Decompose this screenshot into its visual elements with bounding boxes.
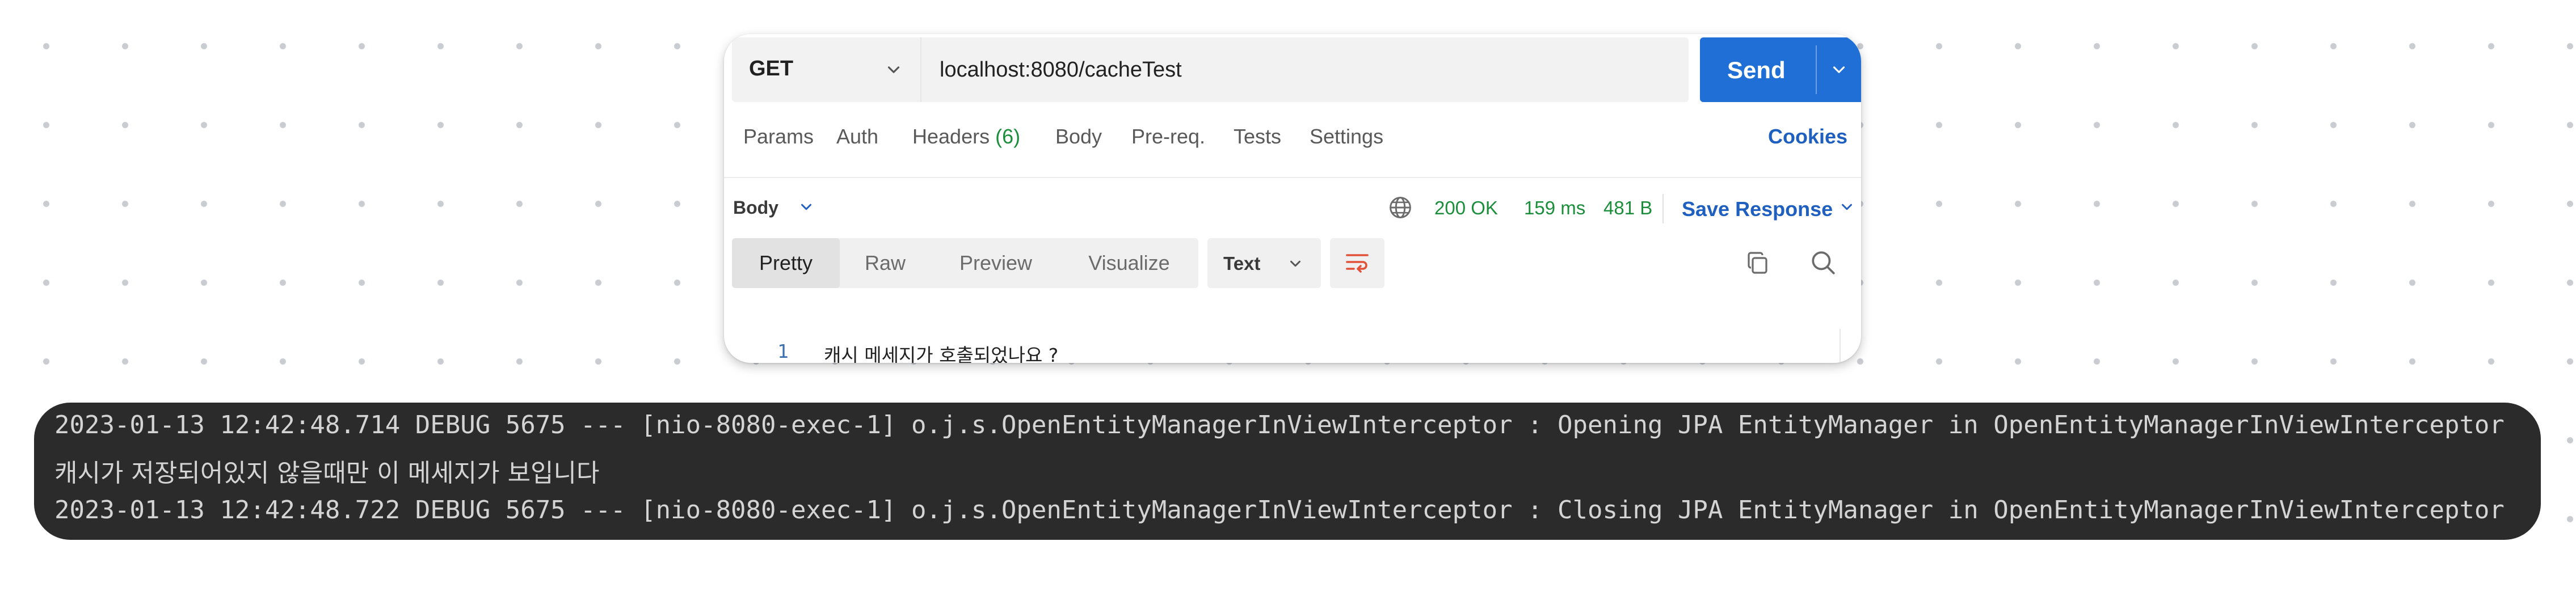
- response-body-text: 캐시 메세지가 호출되었나요 ?: [824, 344, 1059, 363]
- console-output: 2023-01-13 12:42:48.714 DEBUG 5675 --- […: [34, 403, 2541, 540]
- send-button[interactable]: Send: [1700, 37, 1861, 102]
- status-badge[interactable]: 200 OK: [1434, 197, 1498, 219]
- tab-visualize[interactable]: Visualize: [1061, 238, 1197, 288]
- format-label: Text: [1223, 253, 1261, 274]
- tab-settings[interactable]: Settings: [1310, 125, 1383, 149]
- chevron-down-icon: [887, 66, 900, 73]
- headers-count: (6): [995, 125, 1021, 148]
- tab-prereq[interactable]: Pre-req.: [1131, 125, 1205, 149]
- save-response-button[interactable]: Save Response: [1682, 197, 1833, 221]
- word-wrap-icon: [1346, 254, 1369, 273]
- response-header: Body 200 OK 159 ms 481 B Save Response: [724, 177, 1861, 223]
- chevron-down-icon[interactable]: [798, 198, 815, 215]
- response-body-dropdown[interactable]: Body: [733, 197, 778, 218]
- globe-icon[interactable]: [1388, 195, 1413, 220]
- response-view-tabs: Pretty Raw Preview Visualize: [732, 238, 1198, 288]
- send-divider: [1816, 45, 1817, 94]
- chevron-down-icon[interactable]: [1838, 198, 1855, 215]
- divider: [1662, 194, 1664, 223]
- tab-headers-label: Headers: [912, 125, 990, 148]
- request-bar: GET localhost:8080/cacheTest: [732, 37, 1689, 102]
- tab-body[interactable]: Body: [1055, 125, 1102, 149]
- tab-preview[interactable]: Preview: [931, 238, 1061, 288]
- copy-icon[interactable]: [1744, 250, 1771, 277]
- search-icon[interactable]: [1809, 248, 1837, 277]
- chevron-down-icon[interactable]: [1829, 60, 1849, 79]
- tab-params[interactable]: Params: [743, 125, 814, 149]
- tab-auth[interactable]: Auth: [836, 125, 878, 149]
- method-label: GET: [749, 57, 794, 81]
- method-select[interactable]: GET: [732, 37, 921, 102]
- tab-tests[interactable]: Tests: [1234, 125, 1281, 149]
- request-tabs: Params Auth Headers (6) Body Pre-req. Te…: [724, 125, 1861, 159]
- cookies-link[interactable]: Cookies: [1768, 125, 1847, 149]
- log-line: 2023-01-13 12:42:48.714 DEBUG 5675 --- […: [54, 411, 2505, 439]
- tab-pretty[interactable]: Pretty: [732, 238, 840, 288]
- editor-scrollbar[interactable]: [1840, 329, 1841, 363]
- postman-request-panel: GET localhost:8080/cacheTest Send Params…: [724, 34, 1861, 363]
- response-time[interactable]: 159 ms: [1524, 197, 1585, 219]
- url-input[interactable]: localhost:8080/cacheTest: [940, 58, 1182, 82]
- tab-headers[interactable]: Headers (6): [912, 125, 1020, 149]
- word-wrap-button[interactable]: [1330, 238, 1384, 288]
- send-label: Send: [1727, 57, 1786, 83]
- log-line: 캐시가 저장되어있지 않을때만 이 메세지가 보입니다: [54, 459, 600, 488]
- chevron-down-icon: [1290, 260, 1300, 267]
- tab-raw[interactable]: Raw: [840, 238, 931, 288]
- response-body-line: 1 캐시 메세지가 호출되었나요 ?: [724, 340, 1861, 363]
- line-number: 1: [777, 340, 789, 362]
- response-size[interactable]: 481 B: [1603, 197, 1652, 219]
- log-line: 2023-01-13 12:42:48.722 DEBUG 5675 --- […: [54, 496, 2505, 525]
- format-select[interactable]: Text: [1207, 238, 1321, 288]
